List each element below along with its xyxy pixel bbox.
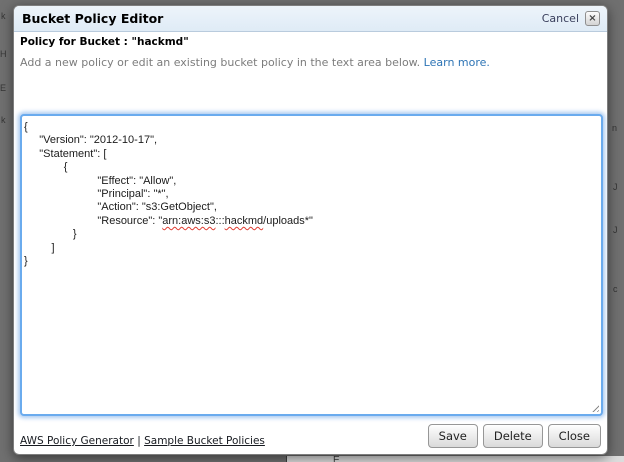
cancel-link[interactable]: Cancel: [542, 6, 579, 31]
policy-line: {: [24, 121, 599, 134]
bucket-policy-editor-dialog: Bucket Policy Editor Cancel × Policy for…: [13, 5, 608, 455]
background-text-fragment: E: [333, 456, 340, 462]
policy-line: "Action": "s3:GetObject",: [24, 201, 599, 214]
resource-arn-misspelled: arn:aws:s3: [162, 215, 215, 227]
policy-line: }: [24, 255, 599, 268]
resource-bucket-misspelled: hackmd: [225, 215, 264, 227]
background-text-fragment: n: [612, 124, 617, 133]
resource-suffix: /uploads*": [263, 215, 313, 227]
screen: k H E k n J J c E Bucket Policy Editor C…: [0, 0, 624, 462]
background-page-strip: E: [286, 456, 624, 462]
background-text-fragment: c: [613, 285, 618, 294]
dialog-title: Bucket Policy Editor: [22, 6, 163, 31]
dialog-header: Bucket Policy Editor Cancel ×: [14, 6, 607, 32]
policy-line: "Principal": "*",: [24, 188, 599, 201]
resource-prefix: "Resource": ": [24, 215, 162, 227]
delete-button[interactable]: Delete: [483, 424, 543, 448]
policy-bucket-subtitle: Policy for Bucket : "hackmd": [20, 36, 189, 48]
dialog-description: Add a new policy or edit an existing buc…: [20, 56, 490, 69]
policy-line-resource: "Resource": "arn:aws:s3:::hackmd/uploads…: [24, 215, 599, 228]
resource-colons: :::: [215, 215, 224, 227]
policy-line: }: [24, 228, 599, 241]
background-text-fragment: E: [0, 84, 6, 93]
policy-line: "Version": "2012-10-17",: [24, 134, 599, 147]
save-button[interactable]: Save: [428, 424, 478, 448]
sample-bucket-policies-link[interactable]: Sample Bucket Policies: [144, 435, 265, 447]
policy-textarea[interactable]: { "Version": "2012-10-17", "Statement": …: [20, 114, 603, 416]
description-text: Add a new policy or edit an existing buc…: [20, 56, 420, 69]
background-text-fragment: J: [613, 226, 618, 235]
close-icon[interactable]: ×: [585, 11, 600, 26]
policy-line: "Effect": "Allow",: [24, 175, 599, 188]
close-button[interactable]: Close: [548, 424, 601, 448]
background-text-fragment: J: [613, 183, 618, 192]
policy-line: ]: [24, 242, 599, 255]
link-separator: |: [137, 435, 141, 447]
aws-policy-generator-link[interactable]: AWS Policy Generator: [20, 435, 134, 447]
policy-line: "Statement": [: [24, 148, 599, 161]
footer-links: AWS Policy Generator | Sample Bucket Pol…: [20, 435, 265, 447]
dialog-button-row: Save Delete Close: [428, 424, 601, 448]
background-text-fragment: k: [1, 12, 6, 21]
background-text-fragment: k: [1, 116, 6, 125]
textarea-resize-handle[interactable]: [590, 403, 599, 412]
policy-line: {: [24, 161, 599, 174]
background-text-fragment: H: [0, 50, 7, 59]
learn-more-link[interactable]: Learn more.: [424, 56, 490, 69]
